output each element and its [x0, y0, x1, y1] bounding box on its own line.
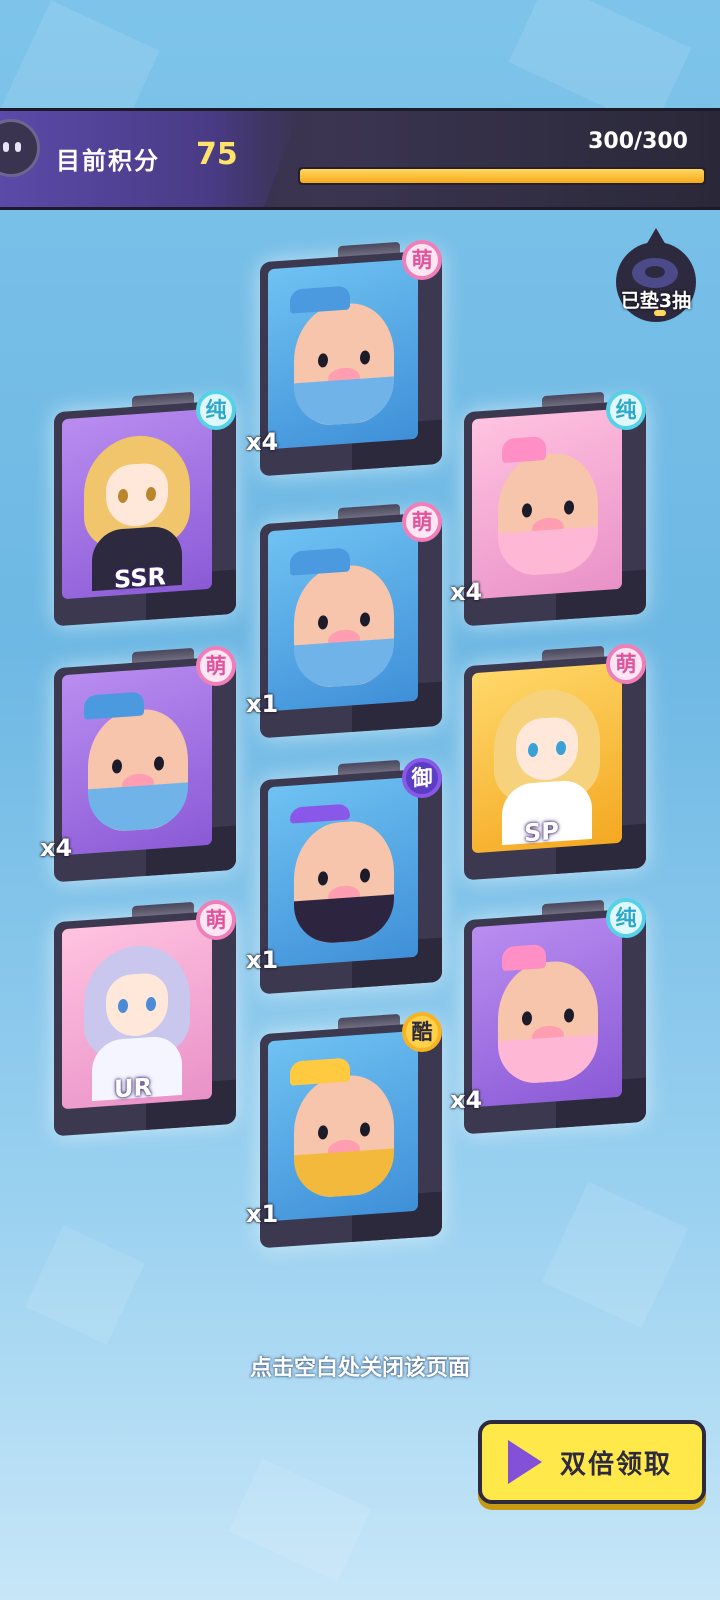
card-count: x4: [450, 1086, 483, 1114]
card-count: x4: [450, 578, 483, 606]
trait-badge: 纯: [606, 898, 646, 938]
rarity-label: SSR: [114, 562, 166, 594]
reward-card[interactable]: UR 萌: [44, 900, 240, 1137]
reward-card[interactable]: x1 酷: [246, 1012, 446, 1249]
pig-character: [498, 450, 598, 578]
card-count: x4: [246, 428, 279, 456]
card-art: [268, 258, 418, 450]
card-art: [268, 520, 418, 712]
trait-badge: 萌: [402, 240, 442, 280]
score-label: 目前积分: [56, 147, 160, 175]
bg-shape: [228, 1458, 372, 1582]
card-count: x1: [246, 946, 279, 974]
trait-badge: 酷: [402, 1012, 442, 1052]
pig-character: [294, 1072, 394, 1200]
reward-card[interactable]: x4 萌: [40, 646, 240, 883]
card-count: x1: [246, 690, 279, 718]
rarity-label: UR: [114, 1072, 152, 1104]
progress-fill: [300, 169, 704, 183]
bg-shape: [25, 1225, 145, 1345]
pig-character: [294, 300, 394, 428]
card-art: [62, 664, 212, 856]
card-art: [268, 1030, 418, 1222]
pig-character: [88, 706, 188, 834]
double-claim-label: 双倍领取: [560, 1450, 673, 1480]
double-claim-button[interactable]: 双倍领取: [478, 1420, 706, 1504]
reward-card[interactable]: SP 萌: [454, 644, 650, 881]
pig-character: [294, 562, 394, 690]
card-count: x1: [246, 1200, 279, 1228]
trait-badge: 萌: [606, 644, 646, 684]
trait-badge: 纯: [196, 390, 236, 430]
pity-text: 已垫3抽: [620, 290, 692, 312]
play-icon: [508, 1440, 542, 1484]
pig-character: [294, 818, 394, 946]
reward-card[interactable]: x4 纯: [450, 898, 650, 1135]
progress-text: 300/300: [588, 129, 688, 154]
close-hint[interactable]: 点击空白处关闭该页面: [0, 1350, 720, 1382]
trait-badge: 萌: [196, 646, 236, 686]
reward-card[interactable]: x4 萌: [246, 240, 446, 477]
pig-character: [498, 958, 598, 1086]
reward-card[interactable]: x1 萌: [246, 502, 446, 739]
score-bar: 目前积分 75 300/300: [0, 108, 720, 210]
rarity-label: SP: [524, 816, 559, 848]
pity-badge[interactable]: 已垫3抽: [612, 228, 700, 322]
score-value: 75: [196, 137, 238, 172]
card-art: [472, 916, 622, 1108]
trait-badge: 萌: [402, 502, 442, 542]
card-art: [472, 408, 622, 600]
bg-shape: [541, 1181, 689, 1329]
reward-card[interactable]: x4 纯: [450, 390, 650, 627]
card-art: [268, 776, 418, 968]
progress-bar: [298, 167, 706, 185]
reward-card[interactable]: x1 御: [246, 758, 446, 995]
trait-badge: 御: [402, 758, 442, 798]
card-count: x4: [40, 834, 73, 862]
trait-badge: 萌: [196, 900, 236, 940]
reward-card[interactable]: SSR 纯: [44, 390, 240, 627]
trait-badge: 纯: [606, 390, 646, 430]
